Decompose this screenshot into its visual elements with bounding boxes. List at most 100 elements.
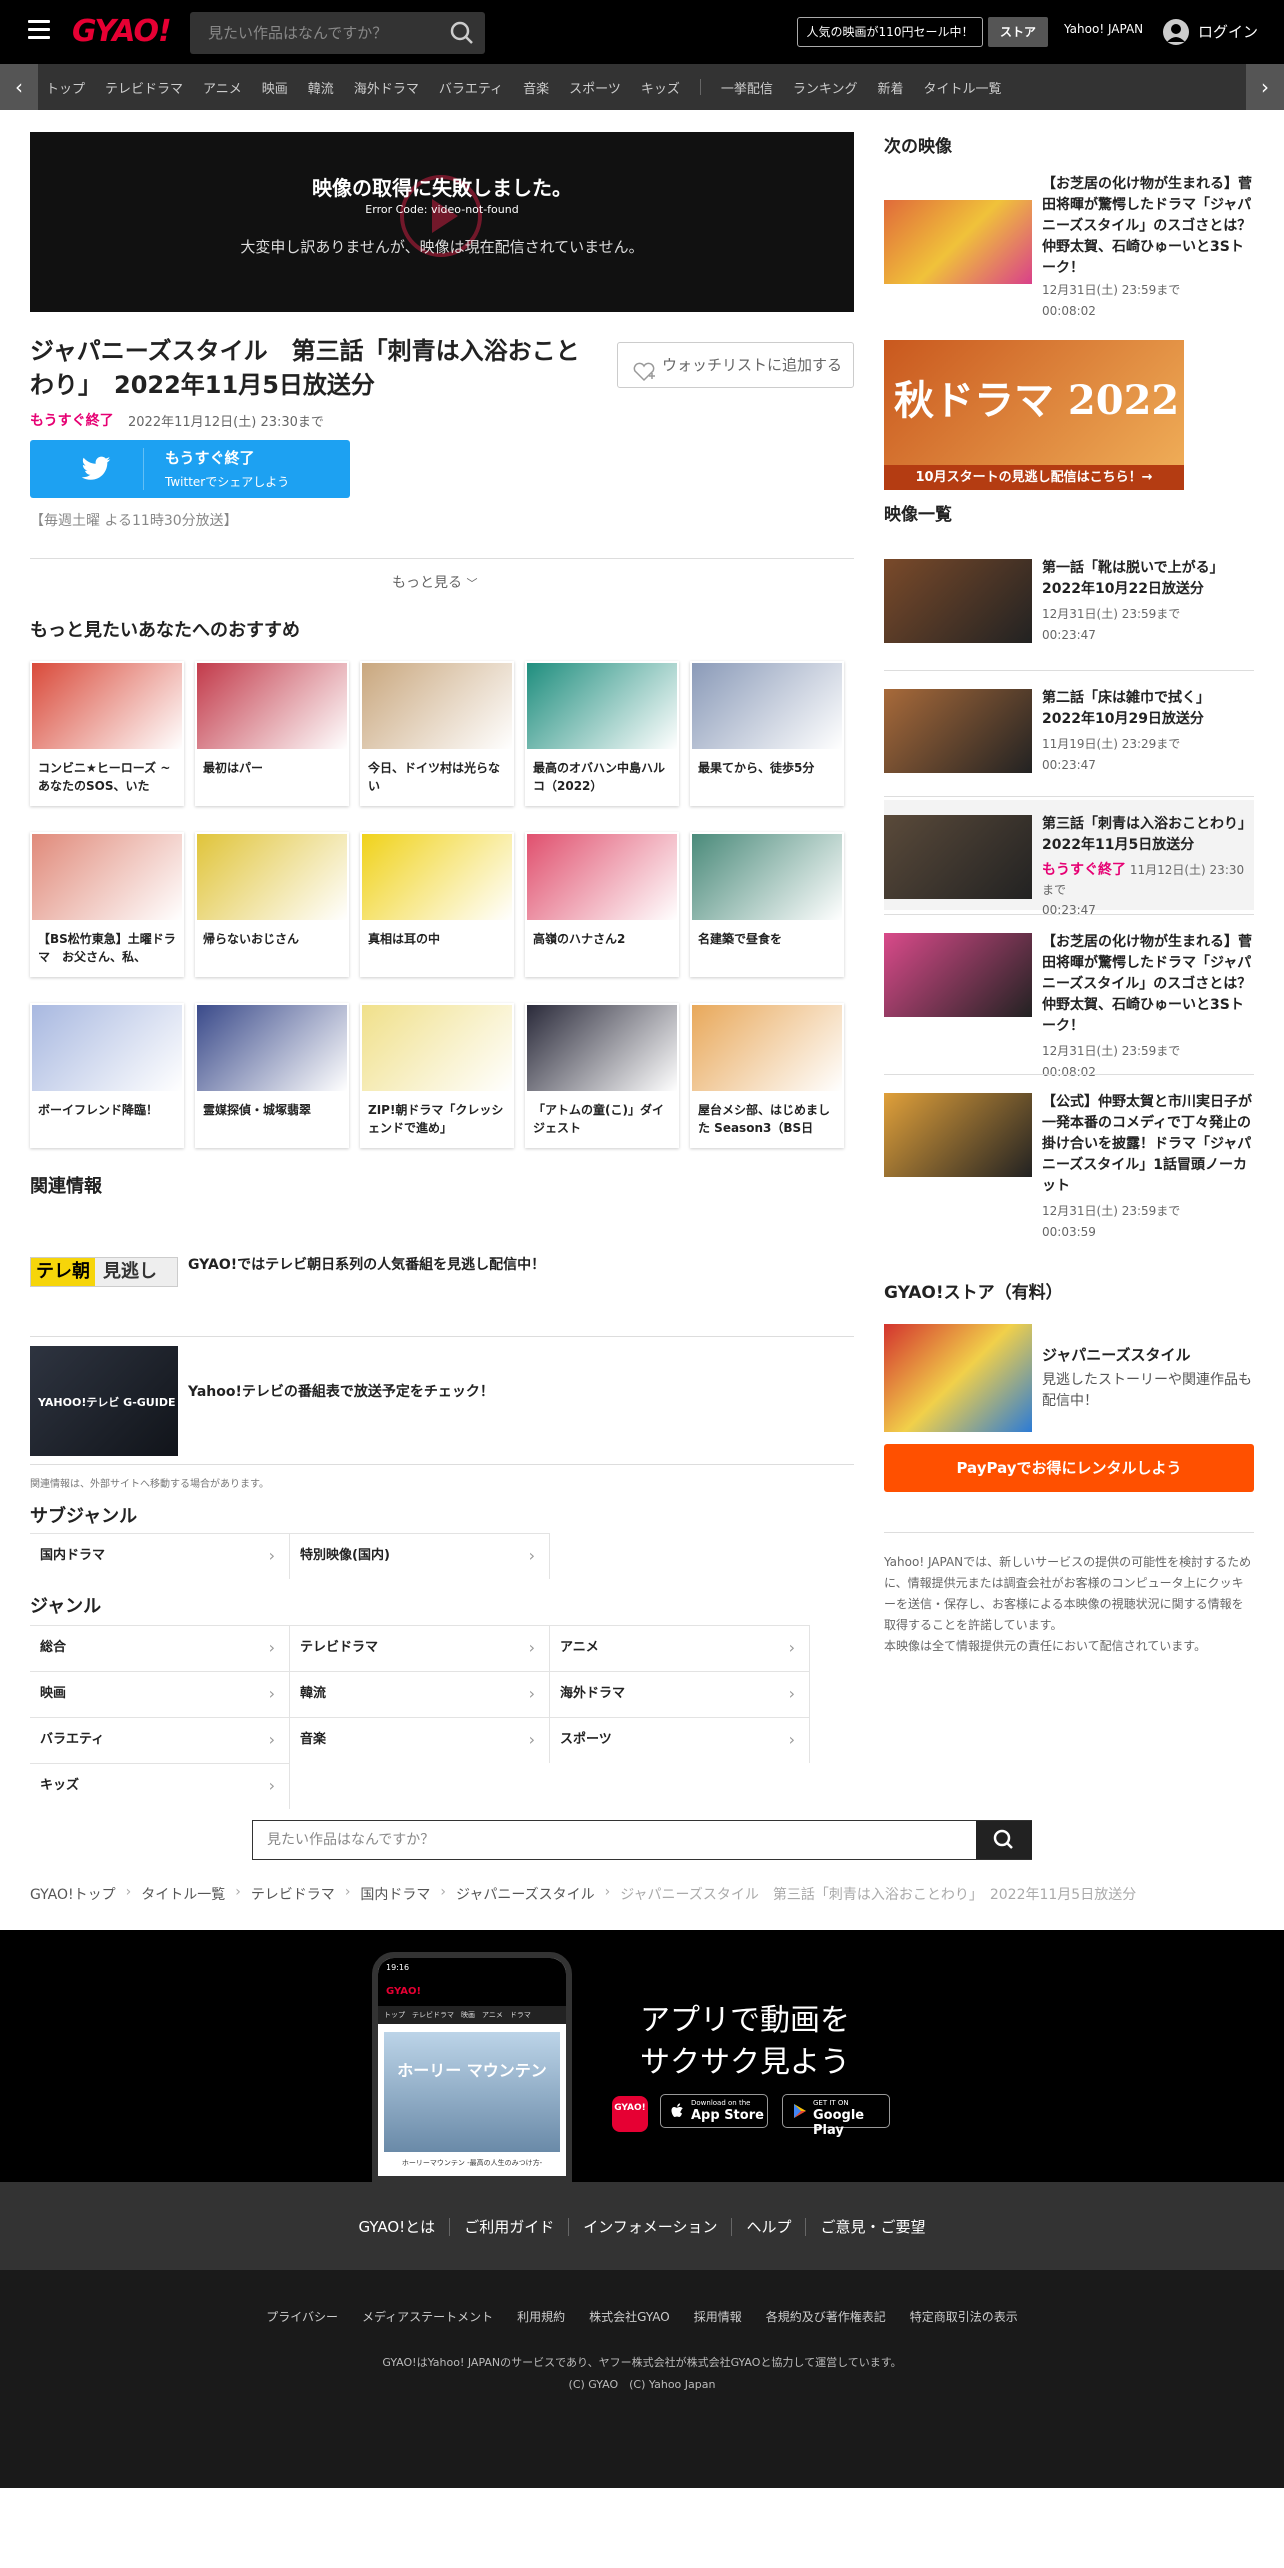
recommend-thumbnail[interactable] [362, 834, 512, 920]
nav-item[interactable]: 音楽 [523, 78, 549, 97]
nav-right-arrow-icon[interactable]: › [1246, 64, 1284, 110]
footer-link[interactable]: 特定商取引法の表示 [898, 2310, 1030, 2324]
footer-link[interactable]: 採用情報 [682, 2310, 754, 2324]
video-list-title[interactable]: 第三話「刺青は入浴おことわり」 2022年11月5日放送分 [1042, 814, 1259, 856]
recommend-thumbnail[interactable] [362, 1005, 512, 1091]
recommend-tile[interactable]: 「アトムの童(こ)」ダイジェスト [525, 1003, 679, 1148]
genre-link[interactable]: 音楽 › [290, 1717, 550, 1763]
recommend-title[interactable]: ZIP!朝ドラマ「クレッシェンドで進め」 [368, 1101, 508, 1139]
recommend-thumbnail[interactable] [692, 663, 842, 749]
recommend-title[interactable]: 帰らないおじさん [203, 930, 343, 968]
nav-item[interactable]: バラエティ [439, 78, 503, 97]
nav-item[interactable]: スポーツ [569, 78, 621, 97]
video-list-thumbnail[interactable] [884, 559, 1032, 643]
recommend-thumbnail[interactable] [32, 663, 182, 749]
genre-link[interactable]: 国内ドラマ › [30, 1533, 290, 1579]
gyao-logo[interactable]: GYAO! [72, 14, 172, 49]
show-more-button[interactable]: もっと見る ﹀ [392, 572, 477, 592]
nav-item[interactable]: テレビドラマ [105, 78, 183, 97]
footer-link[interactable]: インフォメーション [568, 2218, 732, 2236]
bottom-search-input[interactable] [253, 1821, 973, 1859]
video-list-thumbnail[interactable] [884, 933, 1032, 1017]
recommend-title[interactable]: 名建築で昼食を [698, 930, 838, 968]
recommend-thumbnail[interactable] [527, 663, 677, 749]
recommend-tile[interactable]: 霊媒探偵・城塚翡翠 [195, 1003, 349, 1148]
promo-link[interactable]: 人気の映画が110円セール中！ [797, 17, 983, 47]
video-list-thumbnail[interactable] [884, 815, 1032, 899]
app-store-badge[interactable]: Download on the App Store [660, 2094, 768, 2128]
nav-item[interactable]: 新着 [877, 78, 903, 97]
footer-link[interactable]: ご意見・ご要望 [805, 2218, 940, 2236]
breadcrumb-item[interactable]: タイトル一覧 [141, 1884, 225, 1904]
recommend-thumbnail[interactable] [362, 663, 512, 749]
recommend-tile[interactable]: 名建築で昼食を [690, 832, 844, 977]
next-video-title[interactable]: 【お芝居の化け物が生まれる】菅田将暉が驚愕したドラマ「ジャパニーズスタイル」のス… [1042, 174, 1254, 279]
video-list-title[interactable]: 第二話「床は雑巾で拭く」 2022年10月29日放送分 [1042, 688, 1254, 730]
store-title[interactable]: ジャパニーズスタイル [1042, 1344, 1191, 1365]
video-list-thumbnail[interactable] [884, 1093, 1032, 1177]
video-list-title[interactable]: 【公式】仲野太賀と市川実日子が一発本番のコメディで丁々発止の掛け合いを披露！ドラ… [1042, 1092, 1254, 1197]
related-link-tvasahi[interactable]: GYAO!ではテレビ朝日系列の人気番組を見逃し配信中！ [188, 1254, 545, 1274]
recommend-thumbnail[interactable] [197, 663, 347, 749]
footer-link[interactable]: 各規約及び著作権表記 [754, 2310, 898, 2324]
nav-left-arrow-icon[interactable]: ‹ [0, 64, 38, 110]
recommend-thumbnail[interactable] [197, 834, 347, 920]
genre-link[interactable]: アニメ › [550, 1625, 810, 1671]
user-icon[interactable] [1163, 19, 1189, 45]
yahoo-tv-thumbnail[interactable]: YAHOO!テレビ G-GUIDE [30, 1346, 178, 1456]
nav-item[interactable]: キッズ [641, 78, 680, 97]
search-icon[interactable] [440, 12, 485, 54]
autumn-drama-banner[interactable]: 秋ドラマ 2022 10月スタートの見逃し配信はこちら！→ [884, 340, 1184, 490]
nav-item[interactable]: ランキング [793, 78, 858, 97]
recommend-thumbnail[interactable] [527, 834, 677, 920]
nav-item[interactable]: トップ [46, 78, 85, 97]
recommend-tile[interactable]: コンビニ★ヒーローズ ~あなたのSOS、いた [30, 661, 184, 806]
footer-link[interactable]: プライバシー [254, 2310, 350, 2324]
header-search-input[interactable] [190, 12, 435, 54]
video-list-title[interactable]: 第一話「靴は脱いで上がる」 2022年10月22日放送分 [1042, 558, 1254, 600]
recommend-tile[interactable]: 真相は耳の中 [360, 832, 514, 977]
nav-item[interactable]: アニメ [203, 78, 242, 97]
nav-item[interactable]: 韓流 [308, 78, 334, 97]
recommend-tile[interactable]: ボーイフレンド降臨！ [30, 1003, 184, 1148]
recommend-thumbnail[interactable] [692, 1005, 842, 1091]
recommend-tile[interactable]: 高嶺のハナさん2 [525, 832, 679, 977]
breadcrumb-item[interactable]: ジャパニーズスタイル [456, 1884, 595, 1904]
search-icon[interactable] [976, 1821, 1032, 1859]
recommend-thumbnail[interactable] [32, 834, 182, 920]
recommend-title[interactable]: ボーイフレンド降臨！ [38, 1101, 178, 1139]
recommend-title[interactable]: 高嶺のハナさん2 [533, 930, 673, 968]
recommend-tile[interactable]: ZIP!朝ドラマ「クレッシェンドで進め」 [360, 1003, 514, 1148]
recommend-thumbnail[interactable] [527, 1005, 677, 1091]
recommend-title[interactable]: 真相は耳の中 [368, 930, 508, 968]
recommend-title[interactable]: 最高のオバハン中島ハルコ（2022） [533, 759, 673, 797]
footer-link[interactable]: ヘルプ [731, 2218, 806, 2236]
genre-link[interactable]: 海外ドラマ › [550, 1671, 810, 1717]
genre-link[interactable]: 韓流 › [290, 1671, 550, 1717]
video-list-thumbnail[interactable] [884, 689, 1032, 773]
recommend-tile[interactable]: 帰らないおじさん [195, 832, 349, 977]
related-link-yahoo-tv[interactable]: Yahoo!テレビの番組表で放送予定をチェック！ [188, 1381, 494, 1401]
breadcrumb-item[interactable]: 国内ドラマ [360, 1884, 430, 1904]
recommend-title[interactable]: 霊媒探偵・城塚翡翠 [203, 1101, 343, 1139]
genre-link[interactable]: キッズ › [30, 1763, 290, 1809]
tv-asahi-logo[interactable]: テレ朝 見逃し [30, 1257, 178, 1287]
recommend-tile[interactable]: 最初はパー [195, 661, 349, 806]
recommend-title[interactable]: 「アトムの童(こ)」ダイジェスト [533, 1101, 673, 1139]
recommend-tile[interactable]: 最果てから、徒歩5分 [690, 661, 844, 806]
breadcrumb-item[interactable]: テレビドラマ [251, 1884, 335, 1904]
recommend-title[interactable]: コンビニ★ヒーローズ ~あなたのSOS、いた [38, 759, 178, 797]
hamburger-menu-icon[interactable] [28, 20, 50, 39]
store-thumbnail[interactable] [884, 1324, 1032, 1432]
google-play-badge[interactable]: GET IT ON Google Play [782, 2094, 890, 2138]
nav-item[interactable]: 一挙配信 [721, 78, 773, 97]
recommend-thumbnail[interactable] [197, 1005, 347, 1091]
genre-link[interactable]: テレビドラマ › [290, 1625, 550, 1671]
recommend-thumbnail[interactable] [32, 1005, 182, 1091]
nav-item[interactable]: 映画 [262, 78, 288, 97]
recommend-title[interactable]: 最初はパー [203, 759, 343, 797]
store-button[interactable]: ストア [988, 17, 1048, 47]
genre-link[interactable]: 映画 › [30, 1671, 290, 1717]
footer-link[interactable]: 株式会社GYAO [577, 2310, 682, 2324]
next-video-thumbnail[interactable] [884, 200, 1032, 284]
